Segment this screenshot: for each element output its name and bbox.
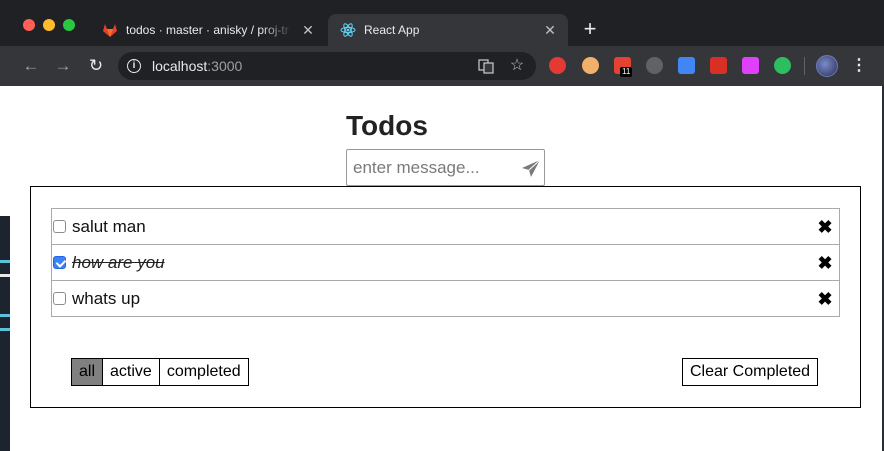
message-input-box: [346, 149, 545, 186]
new-tab-button[interactable]: +: [580, 18, 600, 40]
bookmark-star-icon[interactable]: ☆: [509, 58, 525, 74]
tab-strip: todos · master · anisky / proj-tr ✕ Reac…: [0, 0, 884, 46]
translate-icon[interactable]: [478, 58, 494, 74]
filter-all-button[interactable]: all: [71, 358, 104, 386]
filter-active-button[interactable]: active: [102, 358, 160, 386]
page-title: Todos: [346, 110, 428, 141]
todo-text: salut man: [72, 216, 146, 236]
reload-icon[interactable]: ↻: [85, 55, 107, 77]
filter-completed-button[interactable]: completed: [158, 358, 249, 386]
send-icon[interactable]: [521, 159, 541, 179]
todo-list: salut man ✖ how are you ✖ whats up ✖: [51, 208, 840, 317]
delete-icon[interactable]: ✖: [817, 290, 833, 308]
page-content: Todos salut man ✖ how are you ✖ whats up…: [10, 86, 882, 451]
background-terminal: [0, 216, 10, 451]
react-icon: [340, 23, 356, 37]
delete-icon[interactable]: ✖: [817, 218, 833, 236]
todo-text: whats up: [72, 288, 141, 308]
todo-item: salut man ✖: [51, 208, 840, 245]
gitlab-icon: [103, 24, 117, 37]
tab-title: React App: [364, 23, 420, 37]
extension-badge: 11: [620, 67, 633, 77]
extension-evernote-icon[interactable]: [774, 57, 791, 74]
todo-text: how are you: [72, 252, 165, 272]
extension-bulb-icon[interactable]: [646, 57, 663, 74]
back-arrow-icon[interactable]: ←: [20, 55, 42, 77]
extension-puzzle-icon[interactable]: [710, 57, 727, 74]
minimize-window-button[interactable]: [43, 19, 55, 31]
url-port: :3000: [207, 58, 243, 74]
forward-arrow-icon[interactable]: →: [52, 55, 74, 77]
extension-stop-icon[interactable]: [549, 57, 566, 74]
browser-chrome: todos · master · anisky / proj-tr ✕ Reac…: [0, 0, 884, 86]
address-url[interactable]: localhost:3000: [152, 58, 242, 74]
tab-title: todos · master · anisky / proj-tr: [126, 23, 289, 37]
profile-avatar[interactable]: [816, 55, 838, 77]
browser-menu-icon[interactable]: ⋮: [851, 55, 867, 77]
tab-react-app[interactable]: React App ✕: [328, 14, 568, 46]
toolbar-divider: [804, 57, 805, 75]
todo-item: whats up ✖: [51, 280, 840, 317]
todo-checkbox[interactable]: [53, 220, 66, 233]
close-tab-icon[interactable]: ✕: [542, 22, 558, 38]
extension-translate-icon[interactable]: [678, 57, 695, 74]
todo-item: how are you ✖: [51, 244, 840, 281]
address-bar[interactable]: i localhost:3000 ☆: [118, 52, 536, 80]
todo-panel: salut man ✖ how are you ✖ whats up ✖ all…: [30, 186, 861, 408]
tab-gitlab[interactable]: todos · master · anisky / proj-tr ✕: [90, 14, 326, 46]
todo-checkbox[interactable]: [53, 256, 66, 269]
todo-checkbox[interactable]: [53, 292, 66, 305]
background-window-left: [0, 86, 10, 451]
maximize-window-button[interactable]: [63, 19, 75, 31]
site-info-icon[interactable]: i: [127, 59, 141, 73]
clear-completed-button[interactable]: Clear Completed: [682, 358, 819, 386]
browser-toolbar: ← → ↻ i localhost:3000 ☆ ⋮: [0, 46, 884, 86]
filter-group: all active completed: [71, 358, 249, 386]
url-host: localhost: [152, 58, 208, 74]
close-tab-icon[interactable]: ✕: [300, 22, 316, 38]
message-input[interactable]: [353, 156, 513, 180]
extension-chart-icon[interactable]: [742, 57, 759, 74]
close-window-button[interactable]: [23, 19, 35, 31]
delete-icon[interactable]: ✖: [817, 254, 833, 272]
extension-owl-icon[interactable]: [582, 57, 599, 74]
